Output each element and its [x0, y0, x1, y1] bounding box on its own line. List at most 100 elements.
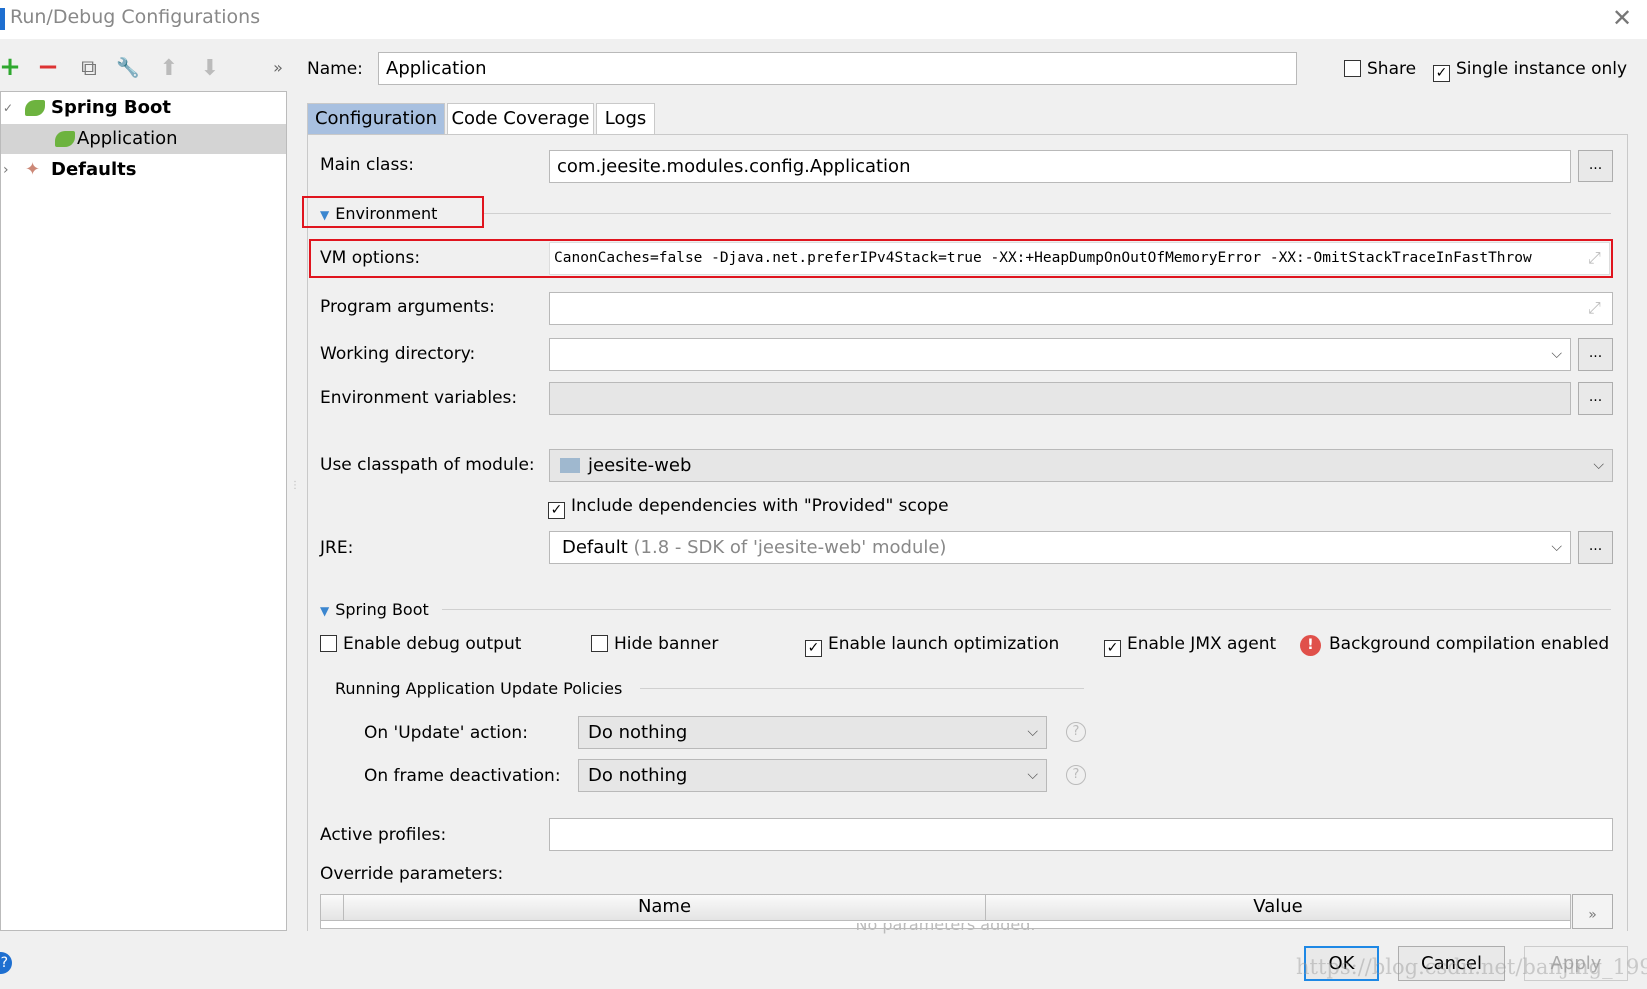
on-update-label: On 'Update' action: — [364, 723, 528, 743]
jre-browse-button[interactable]: ... — [1578, 531, 1613, 564]
working-directory-input[interactable]: ⌵ — [549, 338, 1571, 371]
vm-options-input[interactable]: CanonCaches=false -Djava.net.preferIPv4S… — [549, 242, 1610, 275]
spring-boot-section-toggle[interactable]: ▼ Spring Boot — [320, 600, 429, 619]
name-input[interactable]: Application — [378, 52, 1297, 85]
tree-label: Spring Boot — [51, 97, 171, 118]
environment-variables-label: Environment variables: — [320, 388, 518, 408]
cancel-button[interactable]: Cancel — [1398, 946, 1505, 981]
jre-select[interactable]: Default (1.8 - SDK of 'jeesite-web' modu… — [549, 531, 1571, 564]
active-profiles-label: Active profiles: — [320, 825, 447, 845]
environment-section-toggle[interactable]: ▼ Environment — [320, 204, 437, 223]
classpath-module-value: jeesite-web — [588, 455, 692, 476]
close-icon[interactable]: ✕ — [1612, 4, 1632, 32]
collapse-triangle-icon: ▼ — [320, 208, 330, 222]
warning-text: Background compilation enabled — [1329, 634, 1610, 654]
help-icon[interactable]: ? — [1066, 722, 1086, 742]
classpath-module-select[interactable]: jeesite-web ⌵ — [549, 449, 1613, 482]
checkbox[interactable]: ✓ — [548, 502, 565, 519]
splitter-handle[interactable]: ⋮ — [290, 480, 300, 491]
main-class-browse-button[interactable]: ... — [1578, 150, 1613, 182]
remove-icon[interactable]: − — [34, 52, 62, 82]
chevron-down-icon[interactable]: ⌵ — [1551, 532, 1562, 563]
configuration-tree: ✓ Spring Boot Application › ✦ Defaults — [0, 91, 287, 931]
single-instance-checkbox[interactable]: ✓ Single instance only — [1433, 59, 1627, 82]
add-icon[interactable]: + — [0, 52, 24, 82]
checkbox[interactable] — [320, 635, 337, 652]
chevron-down-icon[interactable]: ⌵ — [1593, 450, 1604, 481]
vm-options-label: VM options: — [320, 248, 421, 268]
on-update-value: Do nothing — [588, 722, 688, 743]
name-label: Name: — [307, 59, 363, 79]
classpath-module-label: Use classpath of module: — [320, 455, 535, 475]
tree-item-spring-boot[interactable]: ✓ Spring Boot — [1, 93, 286, 123]
include-provided-checkbox[interactable]: ✓ Include dependencies with "Provided" sc… — [548, 496, 949, 519]
section-divider — [640, 688, 1084, 689]
spring-boot-icon — [55, 131, 75, 147]
share-checkbox[interactable]: Share — [1344, 59, 1416, 79]
option-label: Enable debug output — [343, 634, 522, 654]
wrench-icon[interactable]: 🔧 — [114, 56, 142, 79]
tab-configuration[interactable]: Configuration — [307, 103, 445, 134]
program-arguments-input[interactable] — [549, 292, 1613, 325]
tree-label: Application — [77, 128, 178, 149]
column-header-value[interactable]: Value — [986, 896, 1570, 917]
main-class-input[interactable]: com.jeesite.modules.config.Application — [549, 150, 1571, 183]
copy-icon[interactable]: ⧉ — [75, 56, 103, 81]
expand-icon[interactable]: ⤢ — [1588, 298, 1601, 318]
environment-variables-button[interactable]: ... — [1578, 382, 1613, 415]
on-frame-select[interactable]: Do nothing ⌵ — [578, 759, 1047, 792]
app-icon — [0, 8, 5, 30]
tab-code-coverage[interactable]: Code Coverage — [447, 103, 594, 134]
include-provided-label: Include dependencies with "Provided" sco… — [571, 496, 949, 516]
tree-item-defaults[interactable]: › ✦ Defaults — [1, 155, 286, 185]
warning-icon: ! — [1300, 635, 1321, 656]
checkbox[interactable] — [591, 635, 608, 652]
override-more-button[interactable]: » — [1572, 894, 1613, 929]
background-compilation-warning: ! Background compilation enabled — [1300, 634, 1609, 656]
option-label: Enable JMX agent — [1127, 634, 1277, 654]
enable-debug-checkbox[interactable]: Enable debug output — [320, 634, 521, 654]
tab-logs[interactable]: Logs — [596, 103, 655, 134]
wrench-icon: ✦ — [25, 159, 41, 180]
apply-button[interactable]: Apply — [1524, 946, 1628, 981]
checkbox[interactable]: ✓ — [805, 640, 822, 657]
chevron-down-icon[interactable]: ⌵ — [1027, 717, 1038, 748]
override-parameters-label: Override parameters: — [320, 864, 504, 884]
on-update-select[interactable]: Do nothing ⌵ — [578, 716, 1047, 749]
help-button[interactable]: ? — [0, 952, 12, 974]
environment-label: Environment — [335, 204, 438, 223]
working-directory-label: Working directory: — [320, 344, 476, 364]
spring-boot-label: Spring Boot — [335, 600, 429, 619]
expand-icon[interactable]: ✓ — [3, 93, 13, 123]
expand-icon[interactable]: ⤢ — [1588, 248, 1601, 268]
arrow-down-icon[interactable]: ⬇ — [196, 56, 224, 81]
tree-label: Defaults — [51, 159, 137, 180]
column-header-name[interactable]: Name — [344, 896, 985, 917]
arrow-up-icon[interactable]: ⬆ — [155, 56, 183, 81]
on-frame-label: On frame deactivation: — [364, 766, 561, 786]
override-parameters-table[interactable]: Name Value No parameters added. — [320, 894, 1571, 934]
section-divider — [484, 213, 1611, 214]
option-label: Enable launch optimization — [828, 634, 1060, 654]
help-icon[interactable]: ? — [1066, 765, 1086, 785]
active-profiles-input[interactable] — [549, 818, 1613, 851]
jre-label: JRE: — [320, 538, 354, 558]
checkbox[interactable]: ✓ — [1433, 65, 1450, 82]
module-folder-icon — [560, 458, 580, 473]
jmx-agent-checkbox[interactable]: ✓ Enable JMX agent — [1104, 634, 1276, 657]
window-title: Run/Debug Configurations — [10, 6, 261, 28]
single-instance-label: Single instance only — [1456, 59, 1628, 79]
chevron-down-icon[interactable]: ⌵ — [1551, 339, 1562, 370]
working-directory-browse-button[interactable]: ... — [1578, 338, 1613, 371]
chevron-down-icon[interactable]: ⌵ — [1027, 760, 1038, 791]
ok-button[interactable]: OK — [1304, 946, 1379, 981]
environment-variables-input[interactable] — [549, 382, 1571, 415]
tree-item-application[interactable]: Application — [1, 124, 286, 154]
launch-optimization-checkbox[interactable]: ✓ Enable launch optimization — [805, 634, 1059, 657]
hide-banner-checkbox[interactable]: Hide banner — [591, 634, 718, 654]
checkbox[interactable]: ✓ — [1104, 640, 1121, 657]
expand-icon[interactable]: › — [3, 155, 9, 185]
main-class-label: Main class: — [320, 155, 414, 175]
more-icon[interactable]: » — [264, 58, 292, 77]
checkbox[interactable] — [1344, 60, 1361, 77]
